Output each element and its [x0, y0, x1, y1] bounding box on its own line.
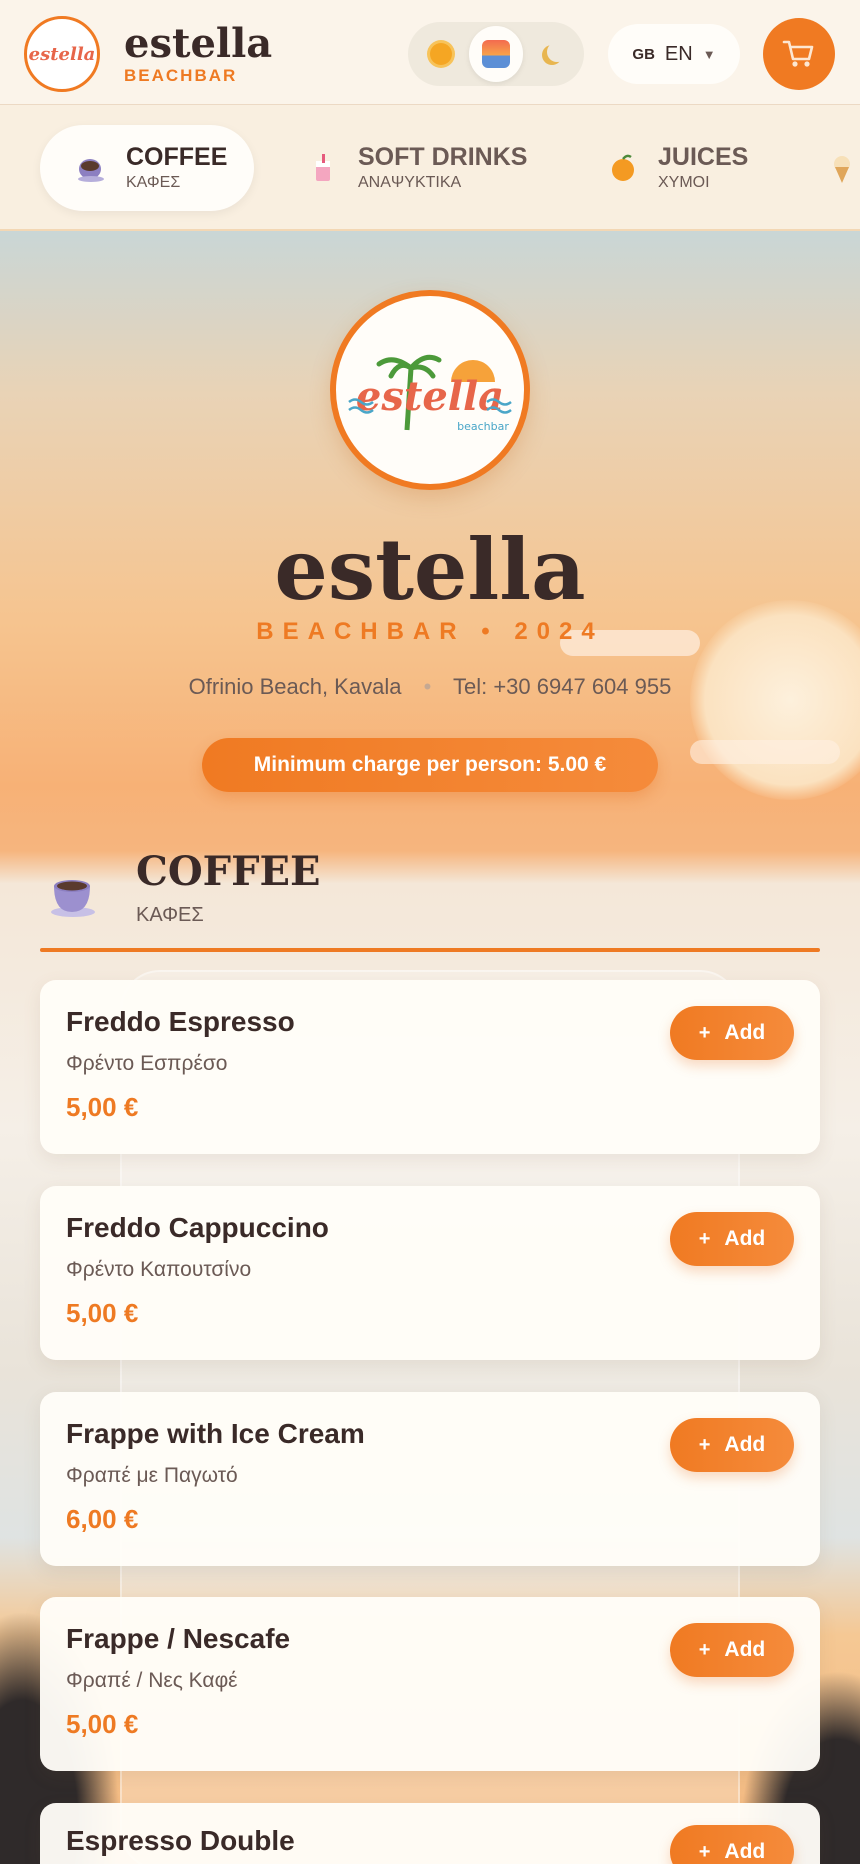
app-header: estella estella BEACHBAR GB EN ▼ — [0, 0, 860, 105]
soda-cup-icon — [306, 151, 340, 185]
item-price: 5,00 € — [66, 1298, 139, 1328]
brand-subtitle: BEACHBAR — [124, 66, 238, 85]
hero-contact-info: Ofrinio Beach, Kavala • Tel: +30 6947 60… — [0, 674, 860, 700]
add-to-cart-button[interactable]: + Add — [670, 1623, 794, 1677]
sun-icon — [430, 43, 453, 65]
menu-item-card: Frappe with Ice Cream Φραπέ με Παγωτό 6,… — [40, 1392, 820, 1566]
category-nav: COFFEE ΚΑΦΕΣ SOFT DRINKS ΑΝΑΨΥΚΤΙΚΑ JUIC… — [0, 105, 860, 231]
category-title: SOFT DRINKS — [358, 142, 528, 171]
orange-icon — [606, 151, 640, 185]
item-name: Frappe / Nescafe — [66, 1623, 291, 1654]
item-name-greek: Φραπέ με Παγωτό — [66, 1464, 238, 1487]
category-title: COFFEE — [126, 142, 228, 171]
add-to-cart-button[interactable]: + Add — [670, 1825, 794, 1864]
coffee-cup-icon — [48, 868, 98, 918]
svg-text:estella: estella — [356, 373, 504, 420]
section-title: COFFEE — [136, 848, 321, 895]
hero-title: estella — [274, 520, 586, 619]
cart-button[interactable] — [763, 18, 835, 90]
add-to-cart-button[interactable]: + Add — [670, 1006, 794, 1060]
plus-icon: + — [698, 1840, 711, 1863]
add-label: Add — [724, 1021, 766, 1044]
brand-name: estella — [124, 20, 273, 67]
item-name-greek: Φρέντο Καπουτσίνο — [66, 1258, 252, 1281]
add-label: Add — [724, 1638, 766, 1661]
plus-icon: + — [698, 1638, 711, 1661]
menu-item-card: Espresso Double + Add — [40, 1803, 820, 1864]
item-name-greek: Φραπέ / Νες Καφέ — [66, 1669, 238, 1692]
menu-item-card: Frappe / Nescafe Φραπέ / Νες Καφέ 5,00 €… — [40, 1597, 820, 1771]
theme-toggle — [408, 22, 584, 86]
item-price: 5,00 € — [66, 1709, 139, 1739]
min-charge-badge: Minimum charge per person: 5.00 € — [202, 738, 658, 792]
category-subtitle: ΧΥΜΟΙ — [658, 174, 710, 192]
category-subtitle: ΑΝΑΨΥΚΤΙΚΑ — [358, 174, 462, 192]
item-price: 5,00 € — [66, 1092, 139, 1122]
plus-icon: + — [698, 1433, 711, 1456]
item-name: Espresso Double — [66, 1825, 295, 1856]
sunset-icon — [482, 40, 510, 68]
svg-text:beachbar: beachbar — [457, 420, 509, 433]
item-name: Freddo Espresso — [66, 1006, 295, 1037]
cloud-decoration — [690, 740, 840, 764]
category-tab-soft-drinks[interactable]: SOFT DRINKS ΑΝΑΨΥΚΤΙΚΑ — [306, 125, 556, 211]
category-title: JUICES — [658, 142, 749, 171]
item-name: Freddo Cappuccino — [66, 1212, 329, 1243]
plus-icon: + — [698, 1021, 711, 1044]
estella-logo-graphic: estella beachbar — [348, 354, 512, 433]
moon-icon — [547, 42, 567, 62]
section-divider — [40, 948, 820, 952]
menu-item-card: Freddo Cappuccino Φρέντο Καπουτσίνο 5,00… — [40, 1186, 820, 1360]
add-to-cart-button[interactable]: + Add — [670, 1418, 794, 1472]
item-name-greek: Φρέντο Εσπρέσο — [66, 1052, 228, 1075]
brand-logo[interactable]: estella — [24, 16, 100, 92]
logo-text: estella — [28, 43, 96, 65]
flag-icon: GB — [632, 45, 655, 63]
plus-icon: + — [698, 1227, 711, 1250]
theme-night-button[interactable] — [523, 26, 578, 82]
coffee-cup-icon — [74, 151, 108, 185]
chevron-down-icon: ▼ — [702, 46, 716, 62]
phone-link[interactable]: Tel: +30 6947 604 955 — [453, 674, 671, 699]
theme-sunset-button[interactable] — [468, 26, 524, 82]
location-text: Ofrinio Beach, Kavala — [188, 674, 402, 699]
menu-item-card: Freddo Espresso Φρέντο Εσπρέσο 5,00 € + … — [40, 980, 820, 1154]
add-to-cart-button[interactable]: + Add — [670, 1212, 794, 1266]
language-selector[interactable]: GB EN ▼ — [608, 24, 740, 84]
hero-logo: estella beachbar — [330, 290, 530, 490]
add-label: Add — [724, 1433, 766, 1456]
item-price: 6,00 € — [66, 1504, 139, 1534]
language-code: EN — [664, 42, 693, 65]
cart-icon — [782, 40, 814, 67]
theme-day-button[interactable] — [414, 26, 469, 82]
hero-subtitle: BEACHBAR • 2024 — [256, 618, 604, 645]
category-tab-coffee[interactable]: COFFEE ΚΑΦΕΣ — [40, 125, 254, 211]
separator-dot: • — [423, 674, 432, 699]
add-label: Add — [724, 1227, 766, 1250]
section-subtitle: ΚΑΦΕΣ — [136, 904, 204, 926]
add-label: Add — [724, 1840, 766, 1863]
item-name: Frappe with Ice Cream — [66, 1418, 365, 1449]
category-tab-juices[interactable]: JUICES ΧΥΜΟΙ — [606, 125, 766, 211]
ice-cream-icon[interactable] — [830, 155, 854, 189]
category-subtitle: ΚΑΦΕΣ — [126, 174, 181, 192]
